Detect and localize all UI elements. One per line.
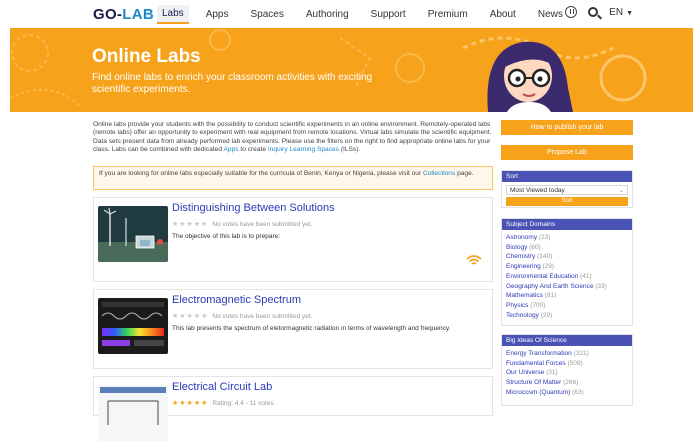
rating-stars[interactable]: ★★★★★ [172,312,208,320]
main-menu: Labs Apps Spaces Authoring Support Premi… [157,0,580,28]
filter-item[interactable]: Astronomy (23) [506,233,628,243]
notice-end-text: page. [455,170,474,177]
pause-icon[interactable] [565,6,578,18]
scientist-illustration [462,36,647,112]
lab-title[interactable]: Distinguishing Between Solutions [172,202,335,214]
rating: ★★★★★ Rating: 4.4 - 11 votes [172,399,274,408]
nav-spaces[interactable]: Spaces [245,6,288,23]
page-subtitle: Find online labs to enrich your classroo… [92,72,373,95]
filter-item[interactable]: Mathematics (81) [506,291,628,301]
filter-item[interactable]: Chemistry (140) [506,252,628,262]
golab-logo[interactable]: GO-LAB [93,6,154,23]
filter-item[interactable]: Structure Of Matter (266) [506,378,628,388]
propose-lab-button[interactable]: Propose Lab [501,145,633,160]
notice-text: If you are looking for online labs espec… [99,170,423,177]
lab-title[interactable]: Electrical Circuit Lab [172,381,272,393]
collections-notice: If you are looking for online labs espec… [93,166,493,190]
filter-item[interactable]: Biology (60) [506,243,628,253]
filter-item[interactable]: Physics (700) [506,301,628,311]
lab-thumbnail-circuit[interactable] [98,385,168,441]
filter-item[interactable]: Energy Transformation (321) [506,349,628,359]
subject-domains-list: Astronomy (23) Biology (60) Chemistry (1… [502,230,632,323]
top-navbar: GO-LAB Labs Apps Spaces Authoring Suppor… [0,0,693,28]
filter-item[interactable]: Geography And Earth Science (33) [506,282,628,292]
filter-item[interactable]: Technology (29) [506,311,628,321]
nav-apps[interactable]: Apps [201,6,234,23]
filter-item[interactable]: Microcosm (Quantum) (63) [506,388,628,398]
subject-domains-panel: Subject Domains Astronomy (23) Biology (… [501,218,633,326]
rating-stars[interactable]: ★★★★★ [172,220,208,228]
rating-text: No votes have been submitted yet. [212,312,313,320]
big-ideas-list: Energy Transformation (321) Fundamental … [502,346,632,401]
nav-premium[interactable]: Premium [423,6,473,23]
remote-lab-icon [466,255,482,265]
lab-card[interactable]: Distinguishing Between Solutions ★★★★★ N… [93,197,493,282]
ils-link[interactable]: Inquiry Learning Spaces [268,146,339,153]
big-ideas-header: Big Ideas Of Science [502,335,632,346]
caret-down-icon: ▼ [626,9,633,17]
nav-support[interactable]: Support [366,6,411,23]
lab-card[interactable]: Electrical Circuit Lab ★★★★★ Rating: 4.4… [93,376,493,441]
publish-lab-button[interactable]: How to publish your lab [501,120,633,135]
language-label: EN [609,6,624,18]
rating-text: Rating: 4.4 - 11 votes [212,399,274,407]
lab-description: This lab presents the spectrum of eletor… [172,325,451,332]
lab-title[interactable]: Electromagnetic Spectrum [172,294,301,306]
sort-panel: Sort Most Viewed today ⌄ Sort [501,170,633,208]
rating: ★★★★★ No votes have been submitted yet. [172,312,313,321]
filter-item[interactable]: Our Universe (31) [506,368,628,378]
lab-card[interactable]: Electromagnetic Spectrum ★★★★★ No votes … [93,289,493,369]
rating: ★★★★★ No votes have been submitted yet. [172,220,313,229]
search-icon[interactable] [588,7,599,17]
nav-about[interactable]: About [485,6,521,23]
subject-domains-header: Subject Domains [502,219,632,230]
sort-select[interactable]: Most Viewed today ⌄ [506,185,628,195]
intro-end-text: (ILSs). [338,145,361,153]
page-title: Online Labs [92,46,201,67]
filter-item[interactable]: Environmental Education (41) [506,272,628,282]
big-ideas-panel: Big Ideas Of Science Energy Transformati… [501,334,633,406]
lab-thumbnail-solutions[interactable] [98,206,168,262]
chevron-down-icon: ⌄ [618,187,624,194]
filter-item[interactable]: Fundamental Forces (509) [506,359,628,369]
apps-link[interactable]: Apps [224,146,239,153]
lab-description: The objective of this lab is to prepare: [172,233,281,240]
sort-selected-value: Most Viewed today [510,186,565,194]
rating-text: No votes have been submitted yet. [212,220,313,228]
nav-labs[interactable]: Labs [157,4,189,24]
sort-header: Sort [502,171,632,182]
lab-thumbnail-spectrum[interactable] [98,298,168,354]
nav-authoring[interactable]: Authoring [301,6,354,23]
nav-news[interactable]: News [533,6,568,23]
sort-button[interactable]: Sort [506,197,628,206]
intro-mid-text: to create [238,145,268,153]
collections-link[interactable]: Collections [423,170,455,177]
rating-stars[interactable]: ★★★★★ [172,399,208,407]
filter-item[interactable]: Engineering (29) [506,262,628,272]
hero-banner: Online Labs Find online labs to enrich y… [10,28,693,112]
language-selector[interactable]: EN ▼ [609,7,633,18]
intro-paragraph: Online labs provide your students with t… [93,121,493,154]
nav-utilities: EN ▼ [565,6,633,18]
